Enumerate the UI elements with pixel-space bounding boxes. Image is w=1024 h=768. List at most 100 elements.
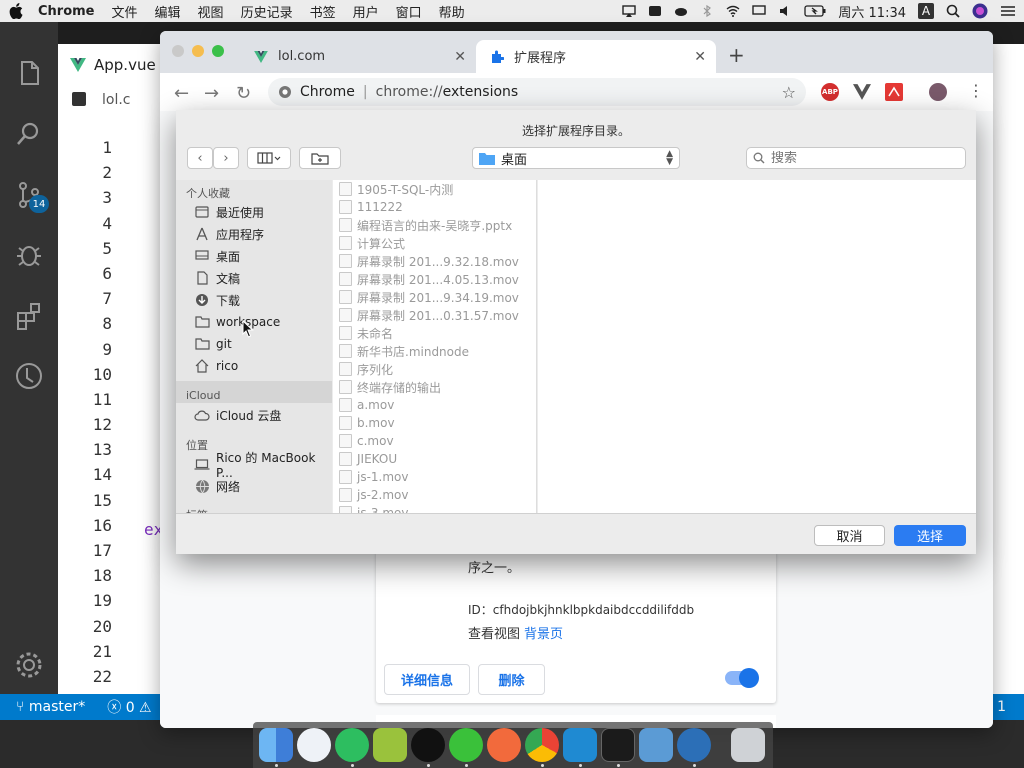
sidebar-item-applications[interactable]: 应用程序 — [194, 223, 264, 245]
status-right-number[interactable]: 1 — [997, 699, 1006, 715]
explorer-icon[interactable] — [14, 58, 44, 88]
bluetooth-icon[interactable] — [700, 5, 714, 17]
adblock-plus-extension-icon[interactable]: ABP — [821, 83, 839, 101]
profile-avatar[interactable] — [929, 83, 947, 101]
cancel-button[interactable]: 取消 — [814, 525, 885, 546]
bookmark-star-icon[interactable]: ☆ — [782, 83, 796, 102]
sidebar-item-macbook[interactable]: Rico 的 MacBook P... — [194, 451, 332, 480]
wifi-icon[interactable] — [726, 5, 740, 17]
menubar-clock[interactable]: 周六 11:34 — [838, 2, 906, 21]
file-list-item[interactable]: 未命名 — [339, 324, 393, 342]
sidebar-item-downloads[interactable]: 下载 — [194, 289, 240, 311]
menu-bookmarks[interactable]: 书签 — [310, 2, 336, 21]
chrome-tab-extensions[interactable]: 扩展程序 ✕ — [476, 40, 716, 73]
file-list-item[interactable]: 屏幕录制 201...9.32.18.mov — [339, 252, 519, 270]
file-list-item[interactable]: c.mov — [339, 432, 394, 450]
view-mode-button[interactable] — [247, 147, 291, 169]
dock-evernote-icon[interactable] — [335, 728, 369, 762]
menu-window[interactable]: 窗口 — [396, 2, 422, 21]
location-popup[interactable]: 桌面 ▲ ▼ — [472, 147, 680, 169]
file-list-item[interactable]: 屏幕录制 201...0.31.57.mov — [339, 306, 519, 324]
file-list-item[interactable]: js-1.mov — [339, 468, 409, 486]
search-input[interactable] — [771, 150, 951, 166]
file-list-item[interactable]: 序列化 — [339, 360, 393, 378]
spotlight-search-icon[interactable] — [946, 4, 960, 18]
dock-keynote-icon[interactable] — [639, 728, 673, 762]
dock-trash-icon[interactable] — [731, 728, 765, 762]
dock-launchpad-icon[interactable] — [297, 728, 331, 762]
sidebar-item-icloud-drive[interactable]: iCloud 云盘 — [194, 404, 281, 426]
dock-wechat-icon[interactable] — [449, 728, 483, 762]
airplay-icon[interactable] — [622, 5, 637, 17]
dock-vscode-icon[interactable] — [563, 728, 597, 762]
chrome-menu-icon[interactable]: ⋮ — [968, 81, 984, 100]
dock-chrome-icon[interactable] — [525, 728, 559, 762]
editor-tab-app-vue[interactable]: App.vue — [70, 56, 156, 74]
pdf-extension-icon[interactable] — [885, 83, 903, 101]
dialog-search-field[interactable] — [746, 147, 966, 169]
file-list-item[interactable]: 计算公式 — [339, 234, 405, 252]
zoom-window-button[interactable] — [212, 45, 224, 57]
dock-finder-icon[interactable] — [259, 728, 293, 762]
siri-icon[interactable] — [972, 3, 988, 19]
battery-icon[interactable] — [804, 5, 826, 17]
extension-enable-toggle[interactable] — [725, 668, 759, 688]
back-arrow-icon[interactable]: ← — [174, 83, 189, 104]
file-list-item[interactable]: 1905-T-SQL-内测 — [339, 180, 453, 198]
file-list-item[interactable]: 新华书店.mindnode — [339, 342, 469, 360]
dock-terminal-icon[interactable] — [601, 728, 635, 762]
notification-center-icon[interactable] — [1000, 5, 1016, 17]
file-list-item[interactable]: 终端存储的输出 — [339, 378, 441, 396]
new-tab-button[interactable]: + — [728, 43, 745, 67]
file-list-item[interactable]: 屏幕录制 201...9.34.19.mov — [339, 288, 519, 306]
details-button[interactable]: 详细信息 — [384, 664, 470, 695]
forward-arrow-icon[interactable]: → — [204, 83, 219, 104]
screen-mirroring-icon[interactable] — [752, 5, 767, 17]
apple-menu-icon[interactable] — [8, 3, 24, 19]
timeline-icon[interactable] — [14, 361, 44, 391]
close-tab-icon[interactable]: ✕ — [694, 49, 706, 65]
sidebar-item-rico[interactable]: rico — [194, 355, 238, 377]
file-list-item[interactable]: 编程语言的由来-吴晓亨.pptx — [339, 216, 512, 234]
problems-status[interactable]: ⓧ 0 ⚠ — [107, 697, 151, 717]
menu-help[interactable]: 帮助 — [439, 2, 465, 21]
sidebar-item-git[interactable]: git — [194, 333, 232, 355]
file-list-item[interactable]: b.mov — [339, 414, 395, 432]
cloud-sync-icon[interactable] — [674, 5, 688, 17]
input-method-indicator[interactable]: A — [918, 3, 934, 19]
file-list-item[interactable]: a.mov — [339, 396, 394, 414]
sidebar-item-desktop[interactable]: 桌面 — [194, 245, 240, 267]
dock-mindnode-icon[interactable] — [373, 728, 407, 762]
file-list-item[interactable]: 111222 — [339, 198, 403, 216]
reload-icon[interactable]: ↻ — [236, 83, 251, 104]
new-folder-button[interactable] — [299, 147, 341, 169]
menu-view[interactable]: 视图 — [198, 2, 224, 21]
extensions-icon[interactable] — [14, 301, 44, 331]
dialog-forward-button[interactable]: › — [213, 147, 239, 169]
debug-icon[interactable] — [14, 240, 44, 270]
dropbox-icon[interactable] — [648, 5, 662, 17]
minimize-window-button[interactable] — [192, 45, 204, 57]
close-tab-icon[interactable]: ✕ — [454, 49, 466, 65]
chrome-tab-lol[interactable]: lol.com ✕ — [240, 40, 476, 73]
dock-postman-icon[interactable] — [487, 728, 521, 762]
volume-icon[interactable] — [778, 5, 792, 17]
dock-qq-icon[interactable] — [411, 728, 445, 762]
settings-gear-icon[interactable] — [14, 650, 44, 680]
sidebar-item-documents[interactable]: 文稿 — [194, 267, 240, 289]
file-list-item[interactable]: 屏幕录制 201...4.05.13.mov — [339, 270, 519, 288]
sidebar-item-recents[interactable]: 最近使用 — [194, 201, 264, 223]
close-window-button[interactable] — [172, 45, 184, 57]
file-list-item[interactable]: JIEKOU — [339, 450, 397, 468]
dock-quicktime-icon[interactable] — [677, 728, 711, 762]
file-list-item[interactable]: js-2.mov — [339, 486, 409, 504]
address-bar[interactable]: Chrome | chrome:// extensions ☆ — [268, 78, 806, 106]
vue-devtools-extension-icon[interactable] — [853, 83, 871, 101]
dialog-back-button[interactable]: ‹ — [187, 147, 213, 169]
sidebar-item-workspace[interactable]: workspace — [194, 311, 280, 333]
menubar-app-name[interactable]: Chrome — [38, 4, 95, 19]
file-list-item[interactable]: js-3.mov — [339, 504, 409, 513]
background-page-link[interactable]: 背景页 — [524, 627, 563, 642]
choose-button[interactable]: 选择 — [894, 525, 966, 546]
menu-people[interactable]: 用户 — [353, 2, 379, 21]
